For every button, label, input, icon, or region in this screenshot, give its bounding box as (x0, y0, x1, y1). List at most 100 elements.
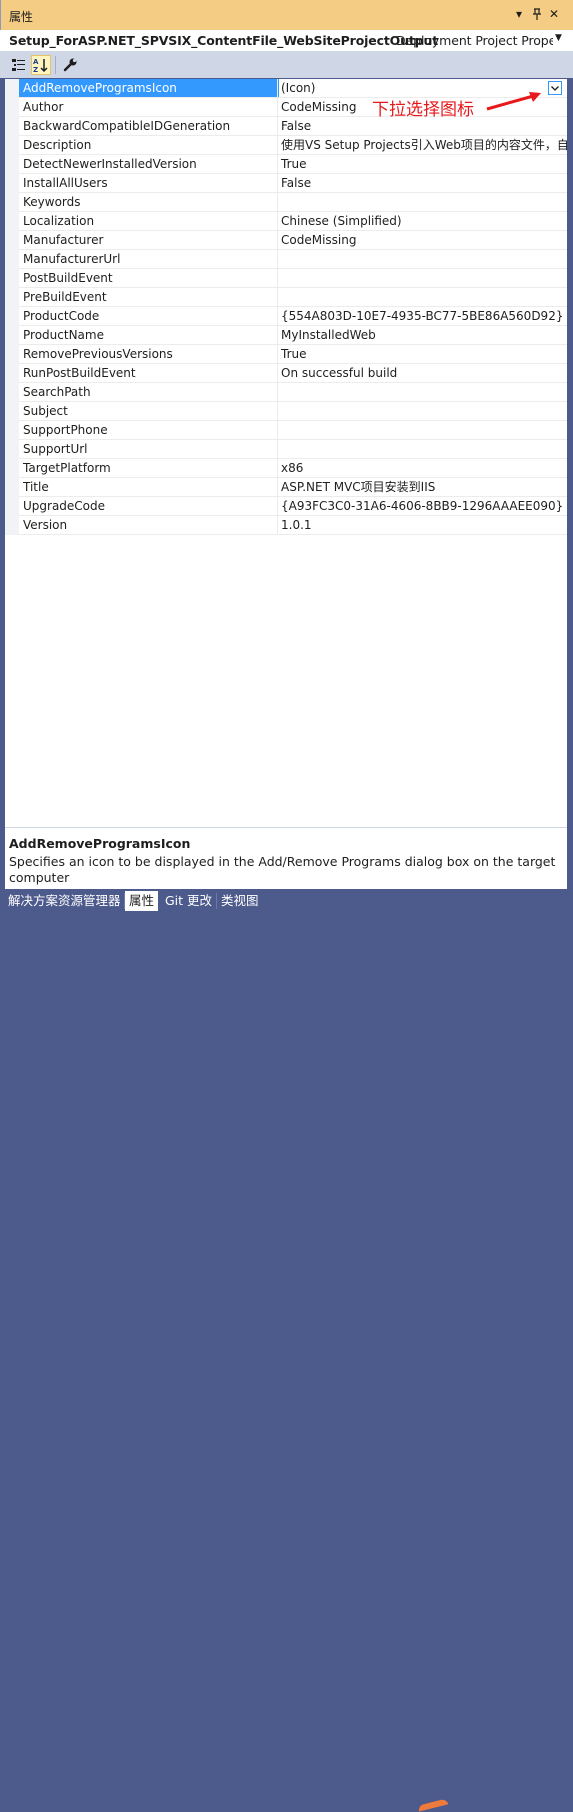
property-value[interactable] (277, 288, 567, 307)
svg-text:Z: Z (33, 66, 38, 74)
property-name[interactable]: SupportUrl (19, 440, 279, 459)
property-value[interactable]: {A93FC3C0-31A6-4606-8BB9-1296AAAEE090} (277, 497, 567, 516)
property-value[interactable] (277, 402, 567, 421)
property-row[interactable]: ManufacturerUrl (5, 250, 567, 269)
wrench-icon (63, 58, 77, 72)
tab-git-changes[interactable]: Git 更改 (161, 891, 216, 911)
alphabetical-button[interactable]: A Z (31, 55, 51, 75)
property-name[interactable]: InstallAllUsers (19, 174, 279, 193)
row-margin (5, 155, 19, 174)
property-row[interactable]: ProductName MyInstalledWeb (5, 326, 567, 345)
property-name[interactable]: Title (19, 478, 279, 497)
property-name[interactable]: RunPostBuildEvent (19, 364, 279, 383)
property-value[interactable]: 使用VS Setup Projects引入Web项目的内容文件，自 (277, 136, 567, 155)
property-name[interactable]: ProductName (19, 326, 279, 345)
property-row[interactable]: Title ASP.NET MVC项目安装到IIS (5, 478, 567, 497)
property-value[interactable]: ASP.NET MVC项目安装到IIS (277, 478, 567, 497)
property-value[interactable]: {554A803D-10E7-4935-BC77-5BE86A560D92} (277, 307, 567, 326)
row-margin (5, 383, 19, 402)
row-margin (5, 364, 19, 383)
property-value[interactable] (277, 193, 567, 212)
property-name[interactable]: Manufacturer (19, 231, 279, 250)
property-row[interactable]: Manufacturer CodeMissing (5, 231, 567, 250)
pin-button[interactable] (530, 7, 544, 21)
property-name[interactable]: PreBuildEvent (19, 288, 279, 307)
property-row[interactable]: Keywords (5, 193, 567, 212)
property-value[interactable]: True (277, 155, 567, 174)
property-value[interactable]: MyInstalledWeb (277, 326, 567, 345)
property-name[interactable]: ManufacturerUrl (19, 250, 279, 269)
row-margin (5, 307, 19, 326)
property-pages-button[interactable] (60, 55, 80, 75)
property-row[interactable]: Author CodeMissing (5, 98, 567, 117)
annotation-arrow-icon (486, 92, 541, 111)
property-row[interactable]: PostBuildEvent (5, 269, 567, 288)
close-button[interactable]: ✕ (547, 7, 561, 21)
property-value[interactable] (277, 440, 567, 459)
property-value[interactable]: True (277, 345, 567, 364)
property-row[interactable]: Description 使用VS Setup Projects引入Web项目的内容… (5, 136, 567, 155)
property-row[interactable]: Localization Chinese (Simplified) (5, 212, 567, 231)
property-row[interactable]: SupportPhone (5, 421, 567, 440)
chevron-down-icon[interactable]: ▼ (555, 33, 562, 43)
property-row[interactable]: SupportUrl (5, 440, 567, 459)
property-row[interactable]: ProductCode {554A803D-10E7-4935-BC77-5BE8… (5, 307, 567, 326)
property-row[interactable]: RunPostBuildEvent On successful build (5, 364, 567, 383)
property-value[interactable] (277, 269, 567, 288)
property-row[interactable]: TargetPlatform x86 (5, 459, 567, 478)
row-margin (5, 193, 19, 212)
object-selector[interactable]: Setup_ForASP.NET_SPVSIX_ContentFile_WebS… (0, 30, 573, 52)
property-name[interactable]: PostBuildEvent (19, 269, 279, 288)
property-row[interactable]: SearchPath (5, 383, 567, 402)
property-name[interactable]: Subject (19, 402, 279, 421)
properties-title-bar: 属性 ▾ ✕ (0, 0, 573, 30)
tab-class-view[interactable]: 类视图 (217, 891, 263, 911)
row-margin (5, 269, 19, 288)
property-name[interactable]: RemovePreviousVersions (19, 345, 279, 364)
property-name[interactable]: SupportPhone (19, 421, 279, 440)
property-row[interactable]: DetectNewerInstalledVersion True (5, 155, 567, 174)
property-value[interactable]: x86 (277, 459, 567, 478)
window-dropdown-button[interactable]: ▾ (512, 7, 526, 21)
row-margin (5, 174, 19, 193)
property-name[interactable]: BackwardCompatibleIDGeneration (19, 117, 279, 136)
property-name[interactable]: SearchPath (19, 383, 279, 402)
property-row[interactable]: RemovePreviousVersions True (5, 345, 567, 364)
tab-properties[interactable]: 属性 (125, 891, 159, 911)
categorized-button[interactable] (9, 55, 29, 75)
property-value[interactable] (277, 421, 567, 440)
property-value[interactable] (277, 383, 567, 402)
property-value[interactable]: 1.0.1 (277, 516, 567, 535)
property-name[interactable]: Version (19, 516, 279, 535)
object-type: Deployment Project Proper (396, 33, 553, 48)
value-dropdown-button[interactable] (548, 81, 562, 95)
property-row[interactable]: Subject (5, 402, 567, 421)
property-row[interactable]: BackwardCompatibleIDGeneration False (5, 117, 567, 136)
tab-solution-explorer[interactable]: 解决方案资源管理器 (4, 891, 125, 911)
property-name[interactable]: Keywords (19, 193, 279, 212)
object-name: Setup_ForASP.NET_SPVSIX_ContentFile_WebS… (9, 33, 439, 48)
property-row[interactable]: InstallAllUsers False (5, 174, 567, 193)
property-value[interactable]: On successful build (277, 364, 567, 383)
property-value[interactable]: False (277, 174, 567, 193)
row-margin (5, 231, 19, 250)
property-name[interactable]: Author (19, 98, 279, 117)
property-name[interactable]: ProductCode (19, 307, 279, 326)
property-name[interactable]: DetectNewerInstalledVersion (19, 155, 279, 174)
categorized-icon (12, 59, 25, 71)
property-value[interactable]: Chinese (Simplified) (277, 212, 567, 231)
property-value[interactable]: CodeMissing (277, 231, 567, 250)
property-row[interactable]: UpgradeCode {A93FC3C0-31A6-4606-8BB9-1296… (5, 497, 567, 516)
property-name[interactable]: Description (19, 136, 279, 155)
property-row[interactable]: AddRemoveProgramsIcon (Icon) (5, 79, 567, 98)
tool-window-tabs: 解决方案资源管理器 属性 Git 更改 类视图 (0, 889, 573, 1812)
property-name[interactable]: Localization (19, 212, 279, 231)
property-name[interactable]: AddRemoveProgramsIcon (19, 79, 279, 98)
svg-text:A: A (33, 58, 39, 66)
property-name[interactable]: TargetPlatform (19, 459, 279, 478)
property-value[interactable] (277, 250, 567, 269)
property-row[interactable]: Version 1.0.1 (5, 516, 567, 535)
property-grid: Version 1.0.1 UpgradeCode {A93FC3C0-31A6-46… (5, 79, 567, 827)
property-name[interactable]: UpgradeCode (19, 497, 279, 516)
property-row[interactable]: PreBuildEvent (5, 288, 567, 307)
